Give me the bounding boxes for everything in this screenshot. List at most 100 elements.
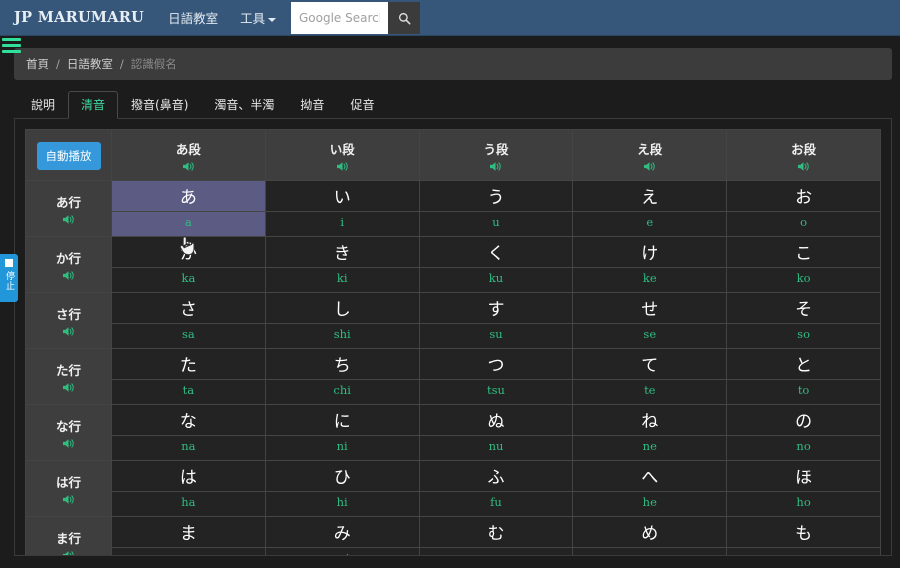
romaji-cell[interactable]: ni [264,435,420,461]
speaker-icon[interactable] [643,161,656,172]
kana-cell[interactable]: く [418,236,574,268]
kana-cell[interactable]: そ [726,292,881,324]
romaji-cell[interactable]: so [726,323,881,349]
speaker-icon[interactable] [62,438,75,449]
kana-cell[interactable]: ほ [726,460,881,492]
kana-cell[interactable]: へ [572,460,728,492]
kana-cell[interactable]: め [572,516,728,548]
kana-cell[interactable]: き [264,236,420,268]
autoplay-button[interactable]: 自動播放 [36,141,101,170]
kana-cell[interactable]: と [726,348,881,380]
speaker-icon[interactable] [182,161,195,172]
kana-cell[interactable]: に [264,404,420,436]
kana-cell[interactable]: ぬ [418,404,574,436]
kana-cell[interactable]: せ [572,292,728,324]
romaji-cell[interactable]: tsu [418,379,574,405]
kana-cell[interactable]: ね [572,404,728,436]
kana-cell[interactable]: え [572,180,728,212]
romaji-cell[interactable]: he [572,491,728,517]
romaji-cell[interactable]: mo [726,547,881,555]
romaji-cell[interactable]: ko [726,267,881,293]
romaji-cell[interactable]: se [572,323,728,349]
romaji-cell[interactable]: ke [572,267,728,293]
kana-cell[interactable]: さ [111,292,266,324]
romaji-cell[interactable]: su [418,323,574,349]
search-button[interactable] [388,2,420,34]
kana-cell[interactable]: い [264,180,420,212]
speaker-icon[interactable] [62,214,75,225]
speaker-icon[interactable] [62,326,75,337]
kana-cell[interactable]: む [418,516,574,548]
kana-cell[interactable]: お [726,180,881,212]
brand-logo[interactable]: JP MARUMARU [14,9,144,26]
kana-cell[interactable]: あ [111,180,266,212]
kana-cell[interactable]: け [572,236,728,268]
speaker-icon[interactable] [336,161,349,172]
breadcrumb-item-classroom[interactable]: 日語教室 [67,56,113,72]
kana-cell[interactable]: ま [111,516,266,548]
romaji-cell[interactable]: o [726,211,881,237]
romaji-cell[interactable]: ka [111,267,266,293]
kana-cell[interactable]: し [264,292,420,324]
romaji-cell[interactable]: fu [418,491,574,517]
tab-hatsuon[interactable]: 撥音(鼻音) [118,91,201,118]
romaji-cell[interactable]: sa [111,323,266,349]
tab-sokuon[interactable]: 促音 [337,91,387,118]
kana-cell[interactable]: ひ [264,460,420,492]
nav-link-tools[interactable]: 工具 [240,8,277,27]
romaji-cell[interactable]: nu [418,435,574,461]
speaker-icon[interactable] [62,494,75,505]
tab-dakuon[interactable]: 濁音、半濁 [201,91,287,118]
search-input[interactable] [291,2,388,34]
romaji-cell[interactable]: i [264,211,420,237]
kana-cell[interactable]: も [726,516,881,548]
breadcrumb-item-home[interactable]: 首頁 [26,56,49,72]
speaker-icon[interactable] [62,270,75,281]
kana-cell[interactable]: ち [264,348,420,380]
kana-cell[interactable]: す [418,292,574,324]
romaji-cell[interactable]: ma [111,547,266,555]
kana-cell[interactable]: な [111,404,266,436]
hamburger-icon[interactable] [2,38,21,56]
romaji-cell[interactable]: shi [264,323,420,349]
romaji-cell[interactable]: ha [111,491,266,517]
romaji-cell[interactable]: ta [111,379,266,405]
kana-cell[interactable]: ふ [418,460,574,492]
romaji-cell[interactable]: te [572,379,728,405]
tab-youon[interactable]: 拗音 [287,91,337,118]
tab-seion[interactable]: 清音 [68,91,119,119]
kana-cell[interactable]: は [111,460,266,492]
romaji-cell[interactable]: ku [418,267,574,293]
romaji-cell[interactable]: ki [264,267,420,293]
autoplay-cell: 自動播放 [25,129,112,181]
romaji-cell[interactable]: a [111,211,266,237]
stop-playback-button[interactable]: 停止 [0,254,18,302]
romaji-cell[interactable]: e [572,211,728,237]
kana-cell[interactable]: た [111,348,266,380]
romaji-cell[interactable]: to [726,379,881,405]
romaji-cell[interactable]: me [572,547,728,555]
romaji-cell[interactable]: mi [264,547,420,555]
romaji-cell[interactable]: na [111,435,266,461]
speaker-icon[interactable] [797,161,810,172]
tab-explanation[interactable]: 說明 [18,91,68,118]
speaker-icon[interactable] [62,382,75,393]
romaji-cell[interactable]: hi [264,491,420,517]
romaji-cell[interactable]: chi [264,379,420,405]
nav-link-japanese-classroom[interactable]: 日語教室 [168,8,218,27]
kana-cell[interactable]: て [572,348,728,380]
romaji-cell[interactable]: mu [418,547,574,555]
kana-table-head: 自動播放 あ段 い段 う段 え段 お段 [25,129,881,181]
kana-cell[interactable]: か [111,236,266,268]
speaker-icon[interactable] [489,161,502,172]
romaji-cell[interactable]: ho [726,491,881,517]
speaker-icon[interactable] [62,550,75,556]
kana-cell[interactable]: の [726,404,881,436]
kana-cell[interactable]: こ [726,236,881,268]
kana-cell[interactable]: う [418,180,574,212]
kana-cell[interactable]: つ [418,348,574,380]
romaji-cell[interactable]: no [726,435,881,461]
romaji-cell[interactable]: u [418,211,574,237]
kana-cell[interactable]: み [264,516,420,548]
romaji-cell[interactable]: ne [572,435,728,461]
